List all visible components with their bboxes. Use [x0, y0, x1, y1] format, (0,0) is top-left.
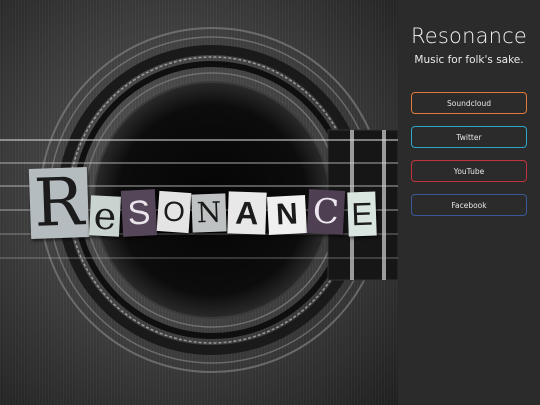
page: R e S O N A N C E Resonance Music for fo… — [0, 0, 540, 405]
logo-letter: N — [267, 195, 307, 235]
facebook-link-button[interactable]: Facebook — [411, 194, 527, 216]
resonance-logo-cutout-letters: R e S O N A N C E — [28, 163, 380, 248]
logo-letter: e — [88, 193, 122, 239]
logo-letter: S — [120, 189, 158, 237]
logo-letter: N — [191, 193, 227, 233]
youtube-link-button[interactable]: YouTube — [411, 160, 527, 182]
logo-letter: R — [28, 163, 90, 242]
logo-letter: O — [156, 190, 192, 234]
soundcloud-link-button[interactable]: Soundcloud — [411, 92, 527, 114]
social-links: Soundcloud Twitter YouTube Facebook — [411, 92, 527, 216]
site-tagline: Music for folk's sake. — [414, 54, 524, 66]
site-title: Resonance — [410, 24, 528, 48]
guitar-hero-image: R e S O N A N C E — [0, 0, 398, 405]
logo-letter: A — [227, 191, 267, 235]
twitter-link-button[interactable]: Twitter — [411, 126, 527, 148]
logo-letter: E — [347, 191, 377, 237]
sidebar: Resonance Music for folk's sake. Soundcl… — [398, 0, 540, 405]
logo-letter: C — [306, 189, 346, 235]
